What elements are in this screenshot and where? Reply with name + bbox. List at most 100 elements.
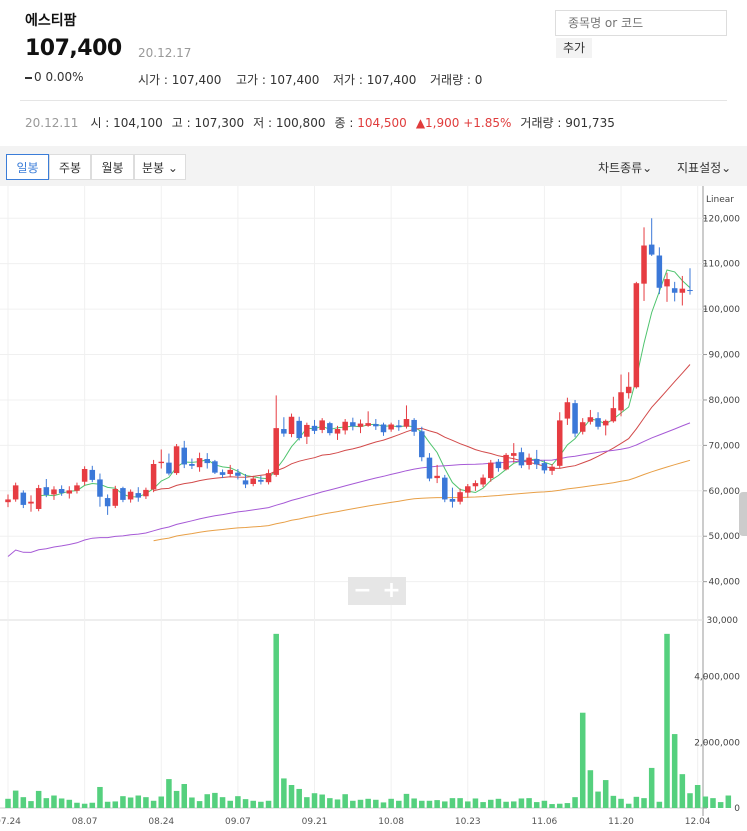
volume-bar — [74, 802, 80, 808]
price-tick-label: 80,000 — [709, 396, 741, 406]
volume-bar — [656, 801, 663, 808]
high-label: 고가 : — [236, 73, 270, 87]
volume-bar — [710, 798, 716, 808]
volume-bar — [319, 794, 325, 808]
indicator-settings-dropdown[interactable]: 지표설정⌄ — [677, 159, 731, 176]
volume-bar — [28, 801, 34, 808]
volume-bar — [304, 797, 310, 808]
x-tick-label: 12.04 — [685, 817, 711, 827]
volume-bar — [219, 797, 226, 808]
candle-body — [648, 244, 655, 255]
volume-bar — [288, 785, 295, 808]
volume-bar — [610, 795, 617, 808]
candle-body — [350, 422, 356, 427]
previous-date: 20.12.11 — [25, 116, 79, 130]
volume-bar — [419, 800, 425, 808]
volume-bar — [564, 803, 571, 808]
candle-body — [625, 386, 632, 394]
volume-bar — [104, 801, 111, 808]
volume-bar — [694, 785, 701, 808]
x-tick-label: 08.07 — [72, 817, 98, 827]
volume-series — [5, 633, 732, 808]
candle-body — [20, 492, 27, 505]
candle-body — [212, 461, 218, 473]
candle-body — [411, 419, 417, 432]
candle-body — [235, 472, 241, 476]
previous-high: 고 : 107,300 — [171, 116, 245, 130]
side-panel-handle[interactable] — [739, 492, 747, 536]
volume-bar — [488, 799, 494, 808]
candle-body — [633, 283, 640, 388]
candle-body — [671, 288, 678, 293]
search-input[interactable] — [555, 10, 727, 36]
volume-bar — [495, 798, 502, 808]
volume-bar — [89, 802, 96, 808]
zoom-in-button[interactable]: + — [377, 577, 406, 605]
candle-body — [74, 485, 80, 491]
volume-top-label: 30,000 — [707, 616, 739, 626]
candle-body — [396, 425, 402, 428]
candle-body — [311, 425, 318, 431]
x-tick-label: 11.06 — [532, 817, 558, 827]
candle-body — [227, 469, 233, 475]
previous-low: 저 : 100,800 — [253, 116, 326, 130]
candle-body — [327, 423, 333, 434]
volume-bar — [97, 786, 103, 808]
price-change: 0 0.00% — [25, 70, 84, 84]
candle-body — [641, 245, 647, 284]
volume-bar — [43, 798, 50, 808]
volume-bar — [212, 792, 218, 808]
candle-body — [150, 464, 157, 490]
tab-monthly[interactable]: 월봉 — [91, 154, 134, 180]
candle-body — [472, 483, 479, 487]
scale-label: Linear — [706, 195, 734, 205]
volume-bar — [350, 800, 356, 808]
volume-bar — [503, 801, 509, 808]
x-tick-label: 09.21 — [302, 817, 328, 827]
zoom-out-button[interactable]: − — [348, 577, 377, 605]
candle-body — [66, 490, 73, 494]
volume-bar — [242, 799, 249, 808]
open-price: 시가 : 107,400 — [138, 71, 221, 88]
volume-bar — [334, 799, 341, 808]
candle-body — [426, 457, 433, 479]
candle-body — [373, 424, 379, 427]
previous-volume: 거래량 : 901,735 — [520, 116, 615, 130]
volume-bar — [442, 801, 448, 808]
volume-bar — [411, 798, 417, 808]
volume-bar — [173, 790, 180, 808]
tab-daily[interactable]: 일봉 — [6, 154, 49, 180]
chart-type-dropdown[interactable]: 차트종류⌄ — [598, 159, 652, 176]
candle-body — [273, 428, 279, 475]
low-value: 107,400 — [366, 73, 417, 87]
volume-bar — [112, 801, 119, 808]
candle-body — [334, 429, 341, 434]
volume-stat: 거래량 : 0 — [430, 71, 482, 88]
volume-bar — [204, 794, 210, 808]
volume-tick-label: 4,000,000 — [694, 673, 740, 683]
volume-bar — [472, 798, 479, 808]
volume-bar — [296, 788, 302, 808]
chart-toolbar: 일봉 주봉 월봉 분봉 ⌄ 차트종류⌄ 지표설정⌄ — [0, 146, 747, 186]
price-tick-label: 90,000 — [709, 351, 741, 361]
candle-body — [143, 489, 149, 497]
stock-chart[interactable]: 40,000 50,000 60,000 70,000 80,000 90,000 100,… — [0, 186, 747, 831]
x-tick-label: 07.24 — [0, 817, 21, 827]
volume-bar — [664, 633, 670, 808]
volume-bar — [380, 802, 387, 808]
candle-body — [618, 392, 624, 411]
add-button[interactable]: 추가 — [556, 38, 592, 58]
tab-weekly[interactable]: 주봉 — [49, 154, 91, 180]
volume-bar — [403, 793, 410, 808]
volume-bar — [273, 633, 279, 808]
zoom-control: − + — [348, 577, 406, 605]
candle-body — [556, 420, 563, 466]
candle-body — [664, 279, 670, 287]
candle-body — [357, 423, 364, 427]
chevron-down-icon: ⌄ — [642, 161, 653, 175]
candle-body — [488, 462, 494, 479]
tab-minute[interactable]: 분봉 ⌄ — [134, 154, 186, 180]
candle-body — [288, 416, 295, 435]
candle-body — [656, 255, 663, 288]
volume-bar — [5, 798, 11, 808]
